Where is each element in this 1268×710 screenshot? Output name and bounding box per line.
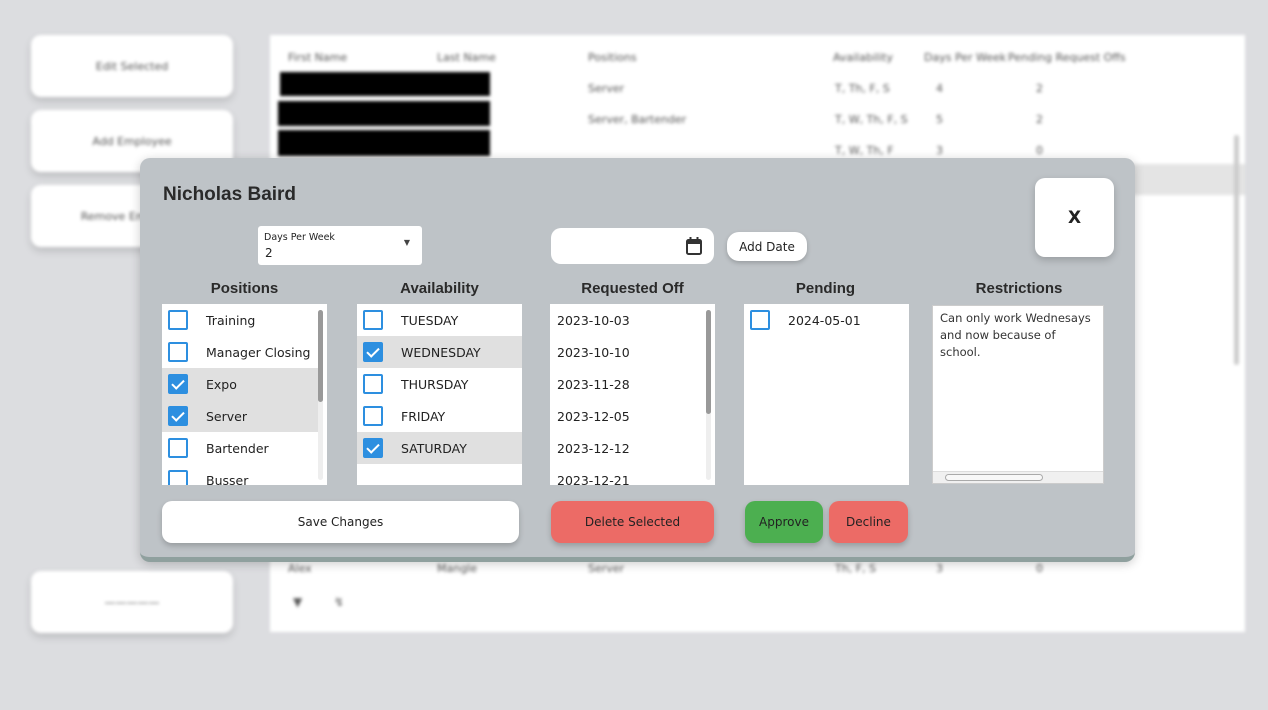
clear-filter-icon[interactable]: ↯ [334,595,344,609]
checkbox[interactable] [168,342,188,362]
save-changes-button[interactable]: Save Changes [162,501,519,543]
availability-header: Availability [400,280,479,297]
date-input[interactable] [551,228,714,264]
add-date-button[interactable]: Add Date [727,232,807,261]
list-item-label: Manager Closing [206,344,311,360]
calendar-icon[interactable] [685,236,703,256]
positions-header: Positions [210,280,279,297]
pending-list: 2024-05-01 [744,304,909,485]
employee-name-title: Nicholas Baird [163,184,297,205]
col-first-name[interactable]: First Name [288,51,347,64]
restrictions-textarea[interactable]: Can only work Wednesays and now because … [932,305,1104,484]
days-per-week-label: Days Per Week [264,232,335,243]
list-item[interactable]: Bartender [162,432,319,464]
list-item-label: 2023-12-21 [557,472,630,486]
chevron-down-icon: ▼ [403,238,410,247]
list-item-label: Busser [206,472,249,486]
bottom-button[interactable]: ————— [31,571,233,633]
list-item[interactable]: 2023-10-03 [550,304,707,336]
redaction [280,72,490,96]
approve-button[interactable]: Approve [745,501,823,543]
checkbox[interactable] [363,342,383,362]
list-item-label: WEDNESDAY [401,344,481,360]
list-item-label: 2023-10-03 [557,312,630,328]
list-item-label: 2023-11-28 [557,376,630,392]
list-item[interactable]: 2024-05-01 [744,304,909,336]
employee-edit-modal: Nicholas Baird X Days Per Week 2 ▼ Add D… [140,158,1135,562]
checkbox[interactable] [363,406,383,426]
list-item-label: 2024-05-01 [788,312,861,328]
restrictions-text: Can only work Wednesays and now because … [940,311,1091,359]
days-per-week-value: 2 [265,246,273,260]
restrictions-hscrollbar[interactable] [933,471,1103,483]
list-item-label: 2023-12-05 [557,408,630,424]
checkbox[interactable] [168,406,188,426]
col-last-name[interactable]: Last Name [437,51,496,64]
list-item[interactable]: Training [162,304,319,336]
redaction [278,101,490,126]
days-per-week-select[interactable]: Days Per Week 2 ▼ [258,226,422,265]
list-item[interactable]: THURSDAY [357,368,522,400]
table-scrollbar[interactable] [1234,135,1239,365]
list-item[interactable]: TUESDAY [357,304,522,336]
checkbox[interactable] [363,438,383,458]
list-item-label: 2023-10-10 [557,344,630,360]
list-item[interactable]: SATURDAY [357,432,522,464]
checkbox[interactable] [168,438,188,458]
positions-scrollbar[interactable] [318,310,323,480]
checkbox[interactable] [750,310,770,330]
redaction [278,130,490,156]
list-item[interactable]: 2023-11-28 [550,368,707,400]
decline-button[interactable]: Decline [829,501,908,543]
close-button[interactable]: X [1035,178,1114,257]
list-item-label: Training [206,312,256,328]
availability-list: TUESDAY WEDNESDAY THURSDAY FRIDAY SATURDAY [357,304,522,485]
list-item[interactable]: Server [162,400,319,432]
list-item[interactable]: 2023-12-12 [550,432,707,464]
positions-list: Training Manager Closing Expo Server Bartend… [162,304,327,485]
list-item[interactable]: WEDNESDAY [357,336,522,368]
filter-icon[interactable]: ▼ [293,595,302,609]
list-item-label: Bartender [206,440,269,456]
checkbox[interactable] [168,310,188,330]
checkbox[interactable] [363,374,383,394]
restrictions-header: Restrictions [975,280,1063,297]
list-item[interactable]: Manager Closing [162,336,319,368]
list-item-label: Server [206,408,247,424]
list-item-label: TUESDAY [401,312,459,328]
list-item[interactable]: FRIDAY [357,400,522,432]
checkbox[interactable] [168,374,188,394]
col-pending[interactable]: Pending Request Offs [1008,51,1126,64]
list-item[interactable]: 2023-12-21 [550,464,707,486]
list-item-label: 2023-12-12 [557,440,630,456]
requested-off-header: Requested Off [581,280,684,297]
list-item-label: FRIDAY [401,408,446,424]
requested-off-list: 2023-10-03 2023-10-10 2023-11-28 2023-12-05… [550,304,715,485]
list-item-label: Expo [206,376,237,392]
col-days[interactable]: Days Per Week [924,51,1006,64]
checkbox[interactable] [168,470,188,485]
list-item[interactable]: 2023-12-05 [550,400,707,432]
col-positions[interactable]: Positions [588,51,637,64]
list-item-label: SATURDAY [401,440,467,456]
list-item[interactable]: Busser [162,464,319,485]
list-item-label: THURSDAY [401,376,469,392]
pending-header: Pending [795,280,856,297]
list-item[interactable]: Expo [162,368,319,400]
col-availability[interactable]: Availability [833,51,893,64]
requested-off-scrollbar[interactable] [706,310,711,480]
checkbox[interactable] [363,310,383,330]
edit-selected-button[interactable]: Edit Selected [31,35,233,97]
delete-selected-button[interactable]: Delete Selected [551,501,714,543]
list-item[interactable]: 2023-10-10 [550,336,707,368]
